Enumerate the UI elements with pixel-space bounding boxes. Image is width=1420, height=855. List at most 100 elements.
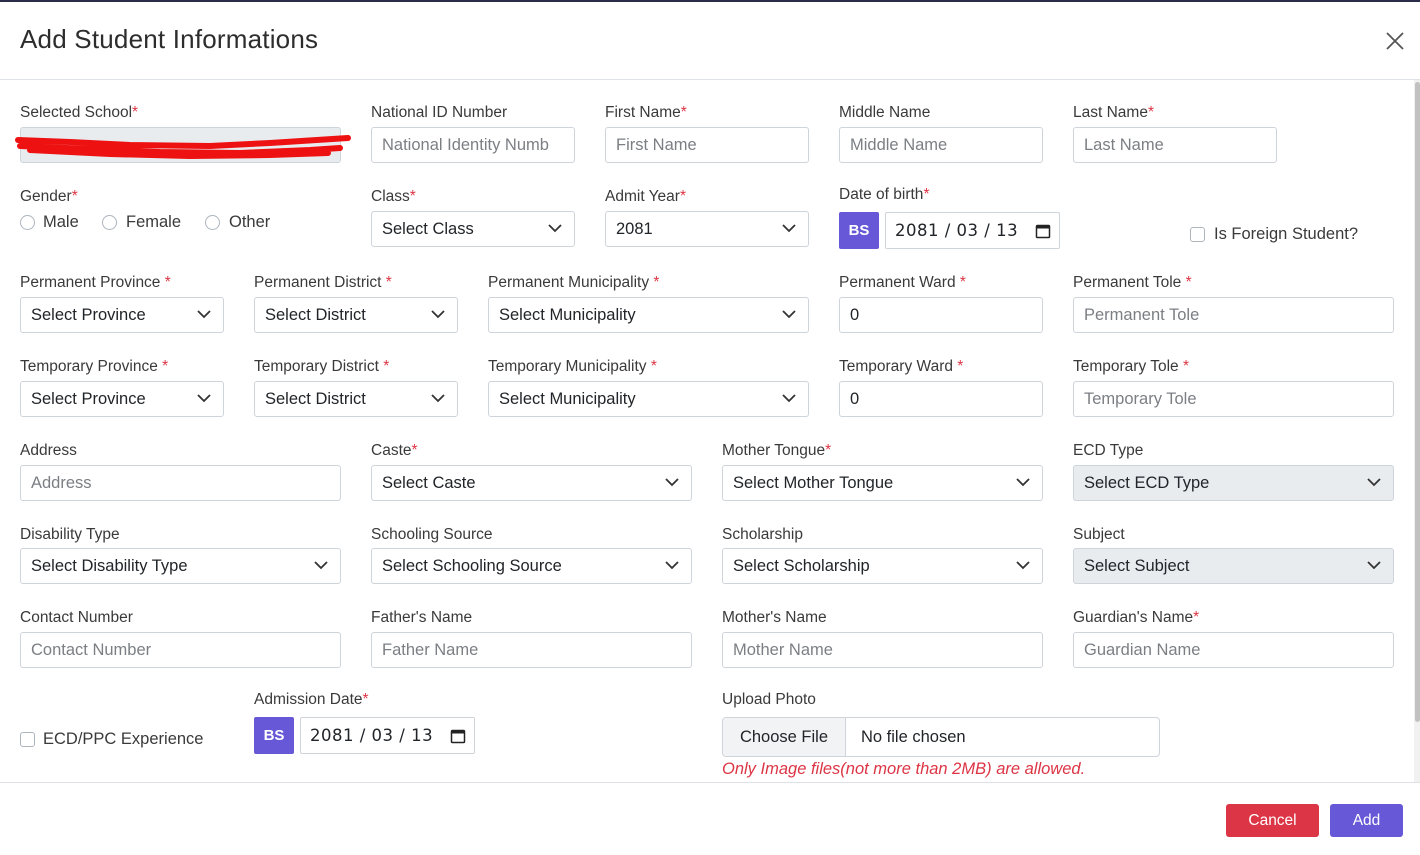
ecd-type-select[interactable]: Select ECD Type	[1073, 465, 1394, 501]
gender-other-label[interactable]: Other	[229, 213, 270, 232]
chevron-down-icon	[197, 310, 211, 319]
caste-label: Caste*	[371, 442, 418, 459]
mother-tongue-label: Mother Tongue*	[722, 442, 832, 459]
gender-other-radio[interactable]	[205, 215, 220, 230]
permanent-district-select[interactable]: Select District	[254, 297, 458, 333]
scrollbar-thumb[interactable]	[1415, 82, 1420, 722]
class-label: Class*	[371, 188, 416, 205]
last-name-label: Last Name*	[1073, 104, 1154, 121]
temporary-province-label: Temporary Province *	[20, 358, 169, 375]
gender-male-radio[interactable]	[20, 215, 35, 230]
guardian-name-label: Guardian's Name*	[1073, 609, 1200, 626]
upload-photo-label: Upload Photo	[722, 691, 816, 708]
caste-select[interactable]: Select Caste	[371, 465, 692, 501]
permanent-province-label: Permanent Province *	[20, 274, 171, 291]
gender-male-label[interactable]: Male	[43, 213, 79, 232]
subject-select[interactable]: Select Subject	[1073, 548, 1394, 584]
chevron-down-icon	[431, 310, 445, 319]
permanent-province-select[interactable]: Select Province	[20, 297, 224, 333]
add-button[interactable]: Add	[1330, 804, 1403, 837]
calendar-icon[interactable]	[450, 728, 466, 744]
chevron-down-icon	[548, 224, 562, 233]
contact-number-input[interactable]: Contact Number	[20, 632, 341, 668]
national-id-input[interactable]: National Identity Numb	[371, 127, 575, 163]
chevron-down-icon	[197, 394, 211, 403]
middle-name-label: Middle Name	[839, 104, 931, 121]
temporary-ward-label: Temporary Ward *	[839, 358, 964, 375]
redaction-scribble	[15, 135, 351, 160]
schooling-source-select[interactable]: Select Schooling Source	[371, 548, 692, 584]
admission-date-label: Admission Date*	[254, 691, 369, 708]
chevron-down-icon	[1016, 561, 1030, 570]
chevron-down-icon	[314, 561, 328, 570]
permanent-municipality-label: Permanent Municipality *	[488, 274, 660, 291]
chevron-down-icon	[782, 310, 796, 319]
chevron-down-icon	[1367, 478, 1381, 487]
chevron-down-icon	[1016, 478, 1030, 487]
mother-tongue-select[interactable]: Select Mother Tongue	[722, 465, 1043, 501]
temporary-municipality-select[interactable]: Select Municipality	[488, 381, 809, 417]
chevron-down-icon	[782, 224, 796, 233]
first-name-input[interactable]: First Name	[605, 127, 809, 163]
chevron-down-icon	[431, 394, 445, 403]
foreign-student-label[interactable]: Is Foreign Student?	[1214, 225, 1358, 244]
scholarship-select[interactable]: Select Scholarship	[722, 548, 1043, 584]
ecd-experience-label[interactable]: ECD/PPC Experience	[43, 730, 203, 749]
ecd-experience-checkbox[interactable]	[20, 732, 35, 747]
schooling-source-label: Schooling Source	[371, 526, 493, 543]
ecd-type-label: ECD Type	[1073, 442, 1144, 459]
subject-label: Subject	[1073, 526, 1125, 543]
gender-label: Gender*	[20, 188, 78, 205]
chevron-down-icon	[665, 478, 679, 487]
calendar-icon[interactable]	[1035, 223, 1051, 239]
admission-calendar-toggle[interactable]: BS	[254, 717, 294, 754]
temporary-district-select[interactable]: Select District	[254, 381, 458, 417]
temporary-ward-input[interactable]: 0	[839, 381, 1043, 417]
gender-female-label[interactable]: Female	[126, 213, 181, 232]
temporary-province-select[interactable]: Select Province	[20, 381, 224, 417]
file-status-text: No file chosen	[861, 728, 966, 746]
choose-file-button[interactable]: Choose File	[723, 718, 846, 756]
admission-date-input[interactable]: 2081 / 03 / 13	[300, 717, 475, 754]
permanent-ward-input[interactable]: 0	[839, 297, 1043, 333]
photo-file-input[interactable]: Choose File No file chosen	[722, 717, 1160, 757]
modal-footer	[0, 782, 1420, 855]
permanent-municipality-select[interactable]: Select Municipality	[488, 297, 809, 333]
first-name-label: First Name*	[605, 104, 687, 121]
permanent-ward-label: Permanent Ward *	[839, 274, 966, 291]
permanent-tole-label: Permanent Tole *	[1073, 274, 1192, 291]
contact-number-label: Contact Number	[20, 609, 133, 626]
guardian-name-input[interactable]: Guardian Name	[1073, 632, 1394, 668]
address-input[interactable]: Address	[20, 465, 341, 501]
dob-label: Date of birth*	[839, 186, 930, 203]
foreign-student-checkbox[interactable]	[1190, 227, 1205, 242]
admit-year-label: Admit Year*	[605, 188, 687, 205]
cancel-button[interactable]: Cancel	[1226, 804, 1319, 837]
chevron-down-icon	[782, 394, 796, 403]
disability-type-select[interactable]: Select Disability Type	[20, 548, 341, 584]
admit-year-select[interactable]: 2081	[605, 211, 809, 247]
upload-note: Only Image files(not more than 2MB) are …	[722, 760, 1086, 778]
father-name-label: Father's Name	[371, 609, 473, 626]
dob-date-input[interactable]: 2081 / 03 / 13	[885, 212, 1060, 249]
mother-name-label: Mother's Name	[722, 609, 827, 626]
modal-title: Add Student Informations	[20, 24, 319, 54]
class-select[interactable]: Select Class	[371, 211, 575, 247]
temporary-tole-label: Temporary Tole *	[1073, 358, 1190, 375]
national-id-label: National ID Number	[371, 104, 508, 121]
chevron-down-icon	[1367, 561, 1381, 570]
permanent-district-label: Permanent District *	[254, 274, 392, 291]
close-icon[interactable]	[1383, 29, 1407, 53]
dob-calendar-toggle[interactable]: BS	[839, 212, 879, 249]
temporary-district-label: Temporary District *	[254, 358, 390, 375]
permanent-tole-input[interactable]: Permanent Tole	[1073, 297, 1394, 333]
temporary-tole-input[interactable]: Temporary Tole	[1073, 381, 1394, 417]
scholarship-label: Scholarship	[722, 526, 803, 543]
father-name-input[interactable]: Father Name	[371, 632, 692, 668]
gender-female-radio[interactable]	[102, 215, 117, 230]
chevron-down-icon	[665, 561, 679, 570]
middle-name-input[interactable]: Middle Name	[839, 127, 1043, 163]
mother-name-input[interactable]: Mother Name	[722, 632, 1043, 668]
last-name-input[interactable]: Last Name	[1073, 127, 1277, 163]
modal-header: Add Student Informations	[0, 2, 1420, 80]
